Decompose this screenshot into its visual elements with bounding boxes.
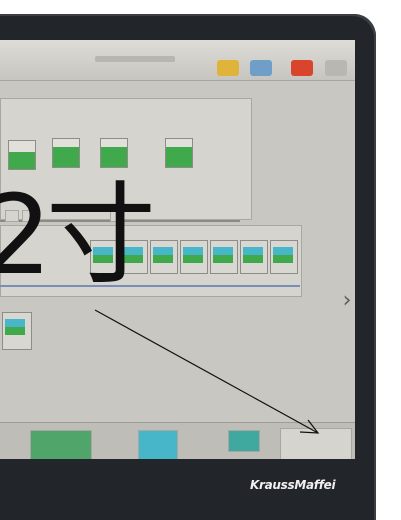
alarm-icon[interactable] <box>291 60 313 76</box>
top-toolbar <box>0 40 355 81</box>
folder-icon[interactable] <box>217 60 239 76</box>
tank[interactable] <box>52 138 80 168</box>
dosing-unit[interactable] <box>210 240 238 274</box>
thumbnail[interactable] <box>228 430 260 452</box>
overlay-annotation-text: 2寸 <box>0 171 156 299</box>
blue-tool-icon[interactable] <box>250 60 272 76</box>
dosing-unit[interactable] <box>270 240 298 274</box>
brand-logo: KraussMaffei <box>250 478 336 492</box>
menu-icon[interactable] <box>325 60 347 76</box>
dosing-unit[interactable] <box>240 240 268 274</box>
tank[interactable] <box>165 138 193 168</box>
dosing-unit[interactable] <box>150 240 178 274</box>
thumbnail[interactable] <box>280 428 352 459</box>
toolbar-title-placeholder <box>95 56 175 62</box>
dosing-unit[interactable] <box>2 312 32 350</box>
tank[interactable] <box>8 140 36 170</box>
thumbnail[interactable] <box>138 430 178 459</box>
dosing-unit[interactable] <box>180 240 208 274</box>
chevron-right-icon[interactable]: › <box>340 288 354 314</box>
tank[interactable] <box>100 138 128 168</box>
thumbnail[interactable] <box>30 430 92 459</box>
